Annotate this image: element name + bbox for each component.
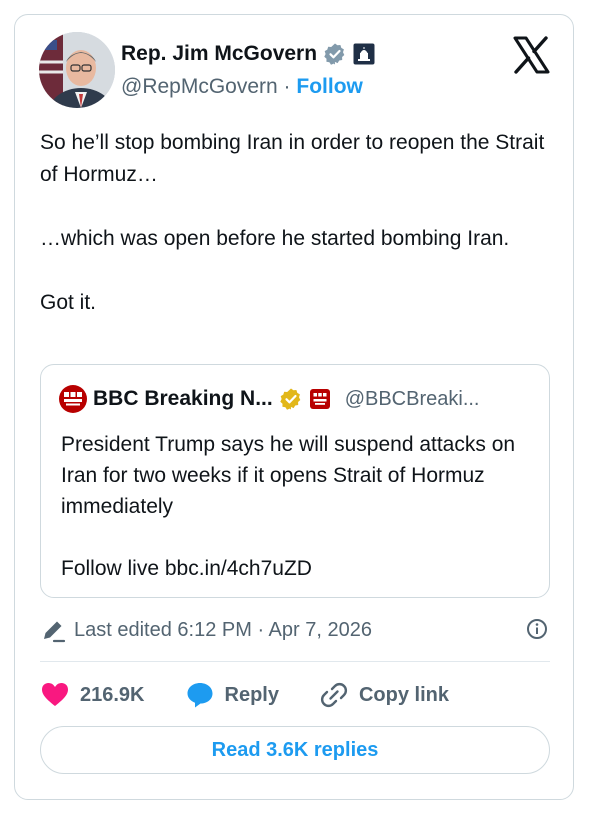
separator-dot: · <box>283 75 291 98</box>
verified-badge-icon <box>324 43 345 65</box>
heart-icon <box>42 683 68 706</box>
quoted-link-line[interactable]: Follow live bbc.in/4ch7uZD <box>61 553 531 584</box>
like-button[interactable]: 216.9K <box>40 680 145 710</box>
bbc-affiliate-icon <box>309 389 330 409</box>
copy-link-button[interactable]: Copy link <box>319 680 449 710</box>
link-icon <box>320 682 348 708</box>
x-logo-icon[interactable] <box>512 36 550 74</box>
quoted-author-name[interactable]: BBC Breaking N... <box>93 387 273 411</box>
quoted-paragraph: President Trump says he will suspend att… <box>61 433 516 518</box>
bbc-avatar[interactable] <box>59 385 87 413</box>
author-handle[interactable]: @RepMcGovern <box>121 75 278 98</box>
author-name[interactable]: Rep. Jim McGovern <box>121 42 317 66</box>
reply-label: Reply <box>224 683 279 706</box>
reply-button[interactable]: Reply <box>185 680 279 710</box>
tweet-paragraph: So he’ll stop bombing Iran in order to r… <box>40 131 545 186</box>
pencil-icon <box>44 621 66 643</box>
avatar[interactable] <box>39 32 115 108</box>
tweet-text: So he’ll stop bombing Iran in order to r… <box>40 127 550 319</box>
quoted-tweet[interactable]: BBC Breaking N... @BBCBreaki... Presiden… <box>40 364 550 598</box>
like-count: 216.9K <box>80 683 145 706</box>
tweet-embed-card: Rep. Jim McGovern @RepMcGovern · Follow … <box>14 14 574 800</box>
info-icon[interactable] <box>526 618 548 640</box>
read-replies-button[interactable]: Read 3.6K replies <box>40 726 550 774</box>
quoted-tweet-text: President Trump says he will suspend att… <box>61 429 531 584</box>
verified-badge-icon <box>280 388 301 410</box>
tweet-paragraph: Got it. <box>40 291 97 314</box>
government-icon <box>353 43 375 65</box>
reply-bubble-icon <box>187 683 212 708</box>
bbc-news-logo <box>64 392 82 406</box>
avatar-image <box>39 32 115 108</box>
copy-link-label: Copy link <box>358 683 449 706</box>
last-edited-text[interactable]: Last edited 6:12 PM · Apr 7, 2026 <box>74 619 372 642</box>
follow-button[interactable]: Follow <box>296 75 363 98</box>
edit-info: Last edited 6:12 PM · Apr 7, 2026 <box>40 615 550 645</box>
quoted-author-handle[interactable]: @BBCBreaki... <box>345 388 480 411</box>
divider <box>40 661 550 662</box>
tweet-paragraph: …which was open before he started bombin… <box>40 227 510 250</box>
action-bar: 216.9K Reply Copy link <box>40 679 550 711</box>
